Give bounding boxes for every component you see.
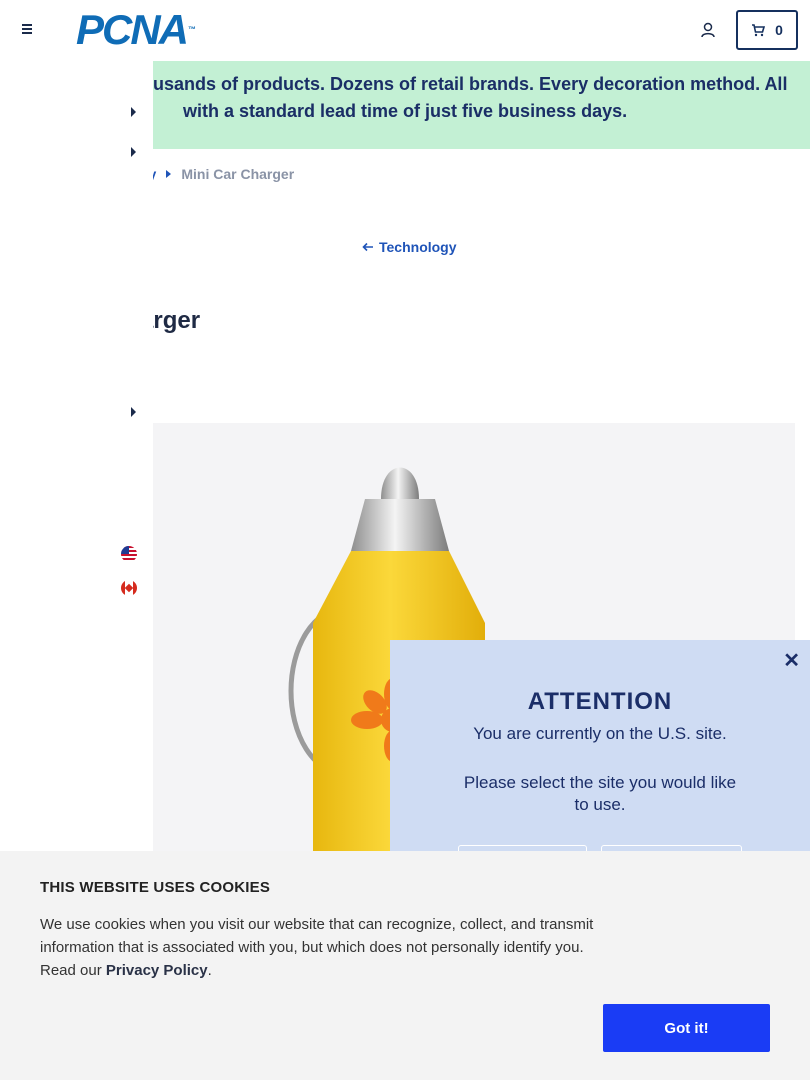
modal-heading: ATTENTION — [527, 688, 673, 715]
menu-icon[interactable] — [18, 22, 38, 38]
site-selection-modal: ✕ ATTENTION You are currently on the U.S… — [390, 640, 810, 881]
breadcrumb: gy Mini Car Charger — [140, 166, 294, 182]
privacy-policy-link[interactable]: Privacy Policy — [106, 962, 208, 979]
cookie-heading: THIS WEBSITE USES COOKIES — [40, 879, 271, 896]
pcna-logo[interactable]: PCNA™ — [76, 9, 197, 51]
expand-arrow-icon[interactable] — [131, 107, 136, 117]
modal-current-site-message: You are currently on the U.S. site. — [473, 724, 727, 743]
logo-text: PCNA — [76, 6, 189, 53]
breadcrumb-separator-icon — [166, 170, 172, 178]
accept-cookies-button[interactable]: Got it! — [603, 1004, 770, 1052]
banner-line-2: with a standard lead time of just five b… — [183, 101, 628, 121]
breadcrumb-current: Mini Car Charger — [181, 166, 295, 182]
canada-flag-icon[interactable] — [121, 580, 137, 596]
cookie-banner: THIS WEBSITE USES COOKIES We use cookies… — [0, 851, 810, 1080]
expand-arrow-icon[interactable] — [131, 407, 136, 417]
back-to-category-link[interactable]: Technology — [362, 239, 457, 255]
expand-arrow-icon[interactable] — [131, 147, 136, 157]
announcement-banner: usands of products. Dozens of retail bra… — [153, 61, 810, 149]
back-link-label: Technology — [379, 239, 457, 255]
logo-trademark: ™ — [188, 25, 197, 34]
cart-icon — [752, 23, 766, 36]
arrow-left-icon — [362, 242, 373, 252]
cookie-text: We use cookies when you visit our websit… — [40, 913, 605, 982]
cart-count: 0 — [775, 22, 783, 38]
account-icon[interactable] — [699, 21, 717, 39]
site-header: PCNA™ 0 — [0, 0, 810, 61]
modal-select-prompt: Please select the site you would like to… — [463, 773, 737, 814]
banner-line-1: usands of products. Dozens of retail bra… — [153, 74, 788, 94]
close-icon[interactable]: ✕ — [783, 648, 800, 673]
us-flag-icon[interactable] — [121, 546, 137, 562]
cart-button[interactable]: 0 — [736, 10, 798, 50]
cookie-period: . — [207, 962, 212, 979]
